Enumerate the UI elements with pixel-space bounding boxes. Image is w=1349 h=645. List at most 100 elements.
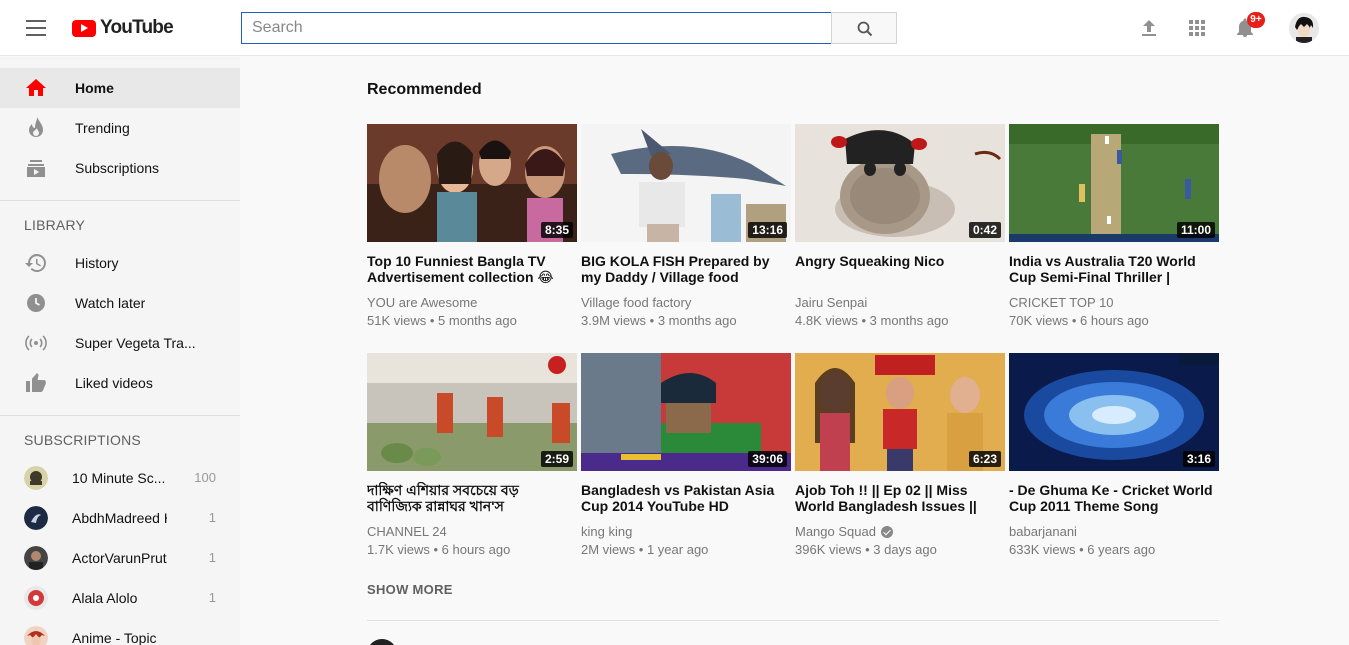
sidebar-item-subscriptions[interactable]: Subscriptions: [0, 148, 240, 188]
apps-grid-icon[interactable]: [1185, 16, 1209, 40]
search-input[interactable]: [241, 12, 832, 44]
upload-icon[interactable]: [1137, 16, 1161, 40]
video-card[interactable]: 39:06 Bangladesh vs Pakistan Asia Cup 20…: [581, 353, 791, 558]
channel-name[interactable]: CHANNEL 24: [367, 524, 447, 540]
show-more-button[interactable]: SHOW MORE: [367, 582, 453, 597]
channel-name[interactable]: CRICKET TOP 10: [1009, 295, 1114, 311]
home-icon: [26, 79, 46, 96]
video-title[interactable]: দাক্ষিণ এশিয়ার সবচেয়ে বড় বাণিজ্যিক রা…: [367, 482, 577, 514]
video-meta: 2M views • 1 year ago: [581, 542, 709, 557]
upload-age: 6 hours ago: [441, 542, 511, 557]
video-duration: 39:06: [748, 451, 787, 467]
divider: [0, 415, 240, 416]
subscription-item[interactable]: Anime - Topic: [0, 618, 240, 645]
channel-name-row: CHANNEL 24: [367, 524, 577, 540]
video-title[interactable]: Bangladesh vs Pakistan Asia Cup 2014 You…: [581, 482, 791, 514]
upload-age: 1 year ago: [646, 542, 709, 557]
video-meta: 3.9M views • 3 months ago: [581, 313, 737, 328]
subscription-name: AbdhMadreed HD: [72, 510, 167, 526]
sidebar-item-home[interactable]: Home: [0, 68, 240, 108]
thumbs-up-icon: [26, 373, 46, 392]
video-title[interactable]: India vs Australia T20 World Cup Semi-Fi…: [1009, 253, 1219, 285]
top-header: YouTube 9+: [0, 0, 1349, 56]
video-thumbnail[interactable]: 8:35: [367, 124, 577, 242]
channel-name[interactable]: YOU are Awesome: [367, 295, 477, 311]
search-icon: [857, 21, 873, 37]
unread-count: 1: [208, 590, 216, 605]
video-thumbnail[interactable]: 6:23: [795, 353, 1005, 471]
verified-icon: [880, 526, 893, 538]
video-duration: 11:00: [1176, 222, 1215, 238]
video-title[interactable]: - De Ghuma Ke - Cricket World Cup 2011 T…: [1009, 482, 1219, 514]
video-thumbnail[interactable]: 13:16: [581, 124, 791, 242]
channel-name[interactable]: babarjanani: [1009, 524, 1077, 540]
video-title[interactable]: Top 10 Funniest Bangla TV Advertisement …: [367, 253, 577, 285]
video-title[interactable]: Ajob Toh !! || Ep 02 || Miss World Bangl…: [795, 482, 1005, 514]
upload-age: 3 months ago: [869, 313, 949, 328]
unread-count: 100: [194, 470, 216, 485]
video-duration: 3:16: [1182, 451, 1215, 467]
video-card[interactable]: 3:16 - De Ghuma Ke - Cricket World Cup 2…: [1009, 353, 1219, 558]
view-count: 633K views: [1009, 542, 1076, 557]
video-card[interactable]: 13:16 BIG KOLA FISH Prepared by my Daddy…: [581, 124, 791, 329]
channel-name-row: Village food factory: [581, 295, 791, 311]
video-card[interactable]: 2:59 দাক্ষিণ এশিয়ার সবচেয়ে বড় বাণিজ্য…: [367, 353, 577, 558]
subscription-item[interactable]: ActorVarunPruthi 1: [0, 538, 240, 578]
video-card[interactable]: 0:42 Angry Squeaking Nico Jairu Senpai 4…: [795, 124, 1005, 329]
sidebar-item-history[interactable]: History: [0, 243, 240, 283]
upload-age: 6 years ago: [1087, 542, 1156, 557]
section-title: Recommended: [367, 81, 482, 98]
channel-avatar: [24, 466, 48, 490]
subscription-item[interactable]: 10 Minute Sc... 100: [0, 458, 240, 498]
user-avatar[interactable]: [1289, 13, 1319, 43]
menu-icon[interactable]: [26, 20, 46, 36]
subscription-item[interactable]: AbdhMadreed HD 1: [0, 498, 240, 538]
divider: [0, 200, 240, 201]
channel-name-row: babarjanani: [1009, 524, 1219, 540]
video-thumbnail[interactable]: 11:00: [1009, 124, 1219, 242]
live-broadcast-icon: [25, 335, 47, 351]
flame-icon: [29, 117, 43, 137]
sidebar-item-liked-videos[interactable]: Liked videos: [0, 363, 240, 403]
video-card[interactable]: 8:35 Top 10 Funniest Bangla TV Advertise…: [367, 124, 577, 329]
view-count: 396K views: [795, 542, 862, 557]
video-duration: 8:35: [540, 222, 573, 238]
view-count: 70K views: [1009, 313, 1069, 328]
notification-badge: 9+: [1247, 12, 1265, 28]
video-title[interactable]: Angry Squeaking Nico: [795, 253, 1005, 285]
logo-text: YouTube: [100, 17, 174, 38]
video-duration: 13:16: [748, 222, 787, 238]
subscription-item[interactable]: Alala Alolo 1: [0, 578, 240, 618]
video-duration: 2:59: [540, 451, 573, 467]
sidebar-item-watch-later[interactable]: Watch later: [0, 283, 240, 323]
video-card[interactable]: 11:00 India vs Australia T20 World Cup S…: [1009, 124, 1219, 329]
video-thumbnail[interactable]: 2:59: [367, 353, 577, 471]
upload-age: 3 days ago: [873, 542, 937, 557]
video-thumbnail[interactable]: 0:42: [795, 124, 1005, 242]
channel-name[interactable]: Jairu Senpai: [795, 295, 867, 311]
video-meta: 396K views • 3 days ago: [795, 542, 937, 557]
video-meta: 1.7K views • 6 hours ago: [367, 542, 511, 557]
channel-name-row: Jairu Senpai: [795, 295, 1005, 311]
youtube-logo[interactable]: YouTube: [72, 17, 174, 39]
sidebar-label: Trending: [75, 120, 130, 136]
unread-count: 1: [208, 550, 216, 565]
sidebar-item-playlist[interactable]: Super Vegeta Tra...: [0, 323, 240, 363]
video-thumbnail[interactable]: 39:06: [581, 353, 791, 471]
upload-age: 3 months ago: [657, 313, 737, 328]
subscriptions-icon: [27, 160, 45, 177]
channel-name[interactable]: king king: [581, 524, 632, 540]
section-divider: [367, 620, 1219, 621]
video-thumbnail[interactable]: 3:16: [1009, 353, 1219, 471]
channel-name[interactable]: Mango Squad: [795, 524, 876, 540]
video-card[interactable]: 6:23 Ajob Toh !! || Ep 02 || Miss World …: [795, 353, 1005, 558]
subscription-name: Alala Alolo: [72, 590, 138, 606]
channel-name[interactable]: Village food factory: [581, 295, 691, 311]
unread-count: 1: [208, 510, 216, 525]
view-count: 2M views: [581, 542, 636, 557]
next-section-avatar[interactable]: [367, 639, 397, 645]
video-title[interactable]: BIG KOLA FISH Prepared by my Daddy / Vil…: [581, 253, 791, 285]
search-button[interactable]: [831, 12, 897, 44]
view-count: 3.9M views: [581, 313, 647, 328]
sidebar-item-trending[interactable]: Trending: [0, 108, 240, 148]
